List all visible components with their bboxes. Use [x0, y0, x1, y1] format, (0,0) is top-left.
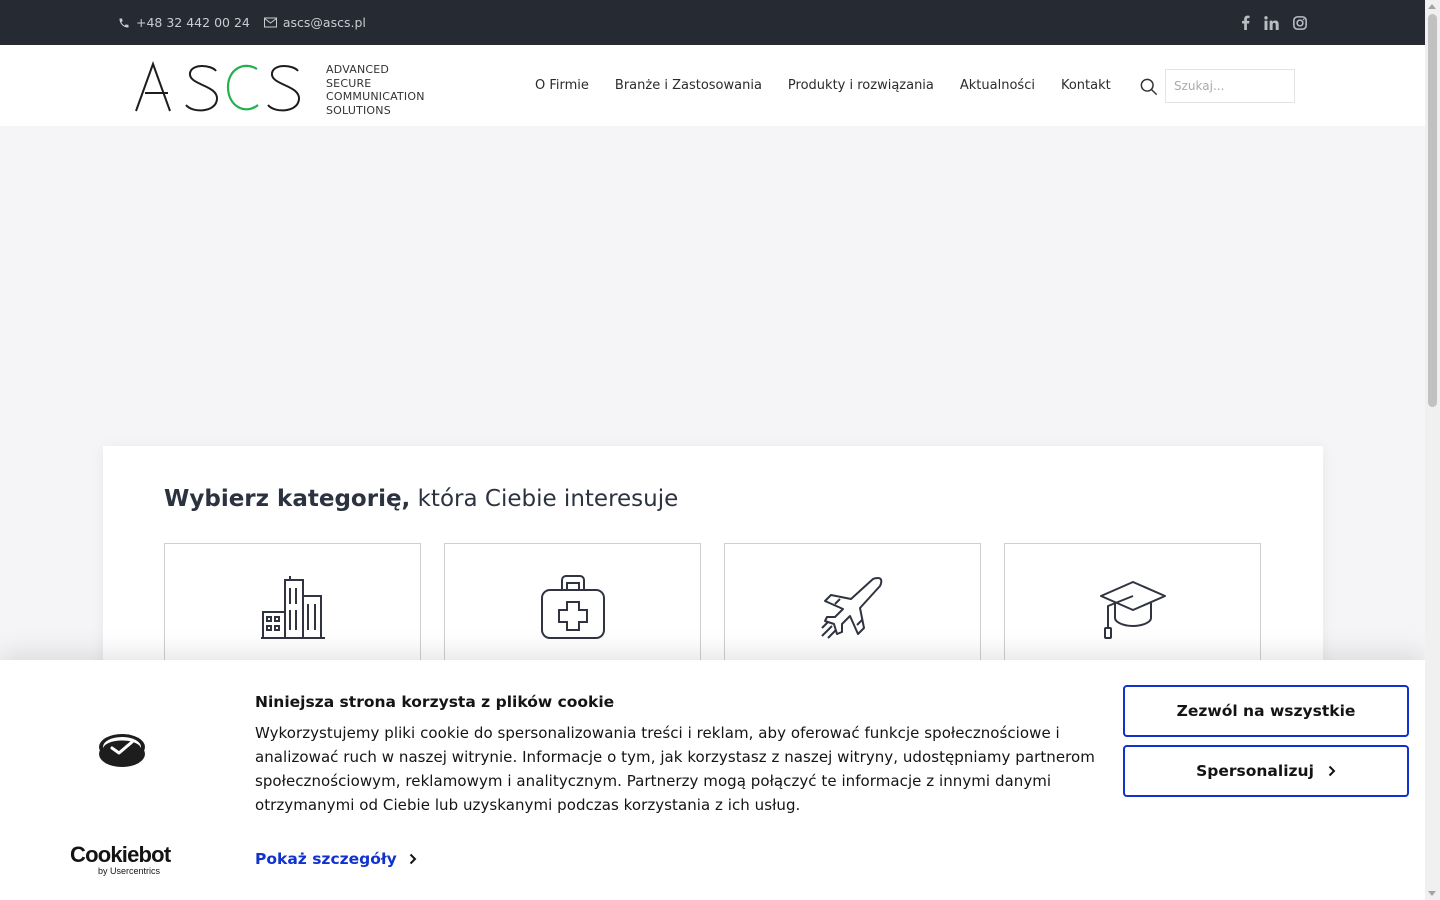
customize-label: Spersonalizuj — [1196, 762, 1314, 780]
logo-tagline: ADVANCED SECURE COMMUNICATION SOLUTIONS — [326, 63, 425, 117]
airplane-icon — [820, 577, 882, 639]
ascs-logo[interactable]: ADVANCED SECURE COMMUNICATION SOLUTIONS — [134, 59, 434, 117]
cookiebot-brand-name: Cookiebot — [70, 842, 171, 867]
nav-item-kontakt[interactable]: Kontakt — [1061, 78, 1111, 93]
nav-item-produkty[interactable]: Produkty i rozwiązania — [788, 78, 934, 93]
email-address: ascs@ascs.pl — [282, 15, 366, 30]
page-scrollbar[interactable] — [1425, 0, 1440, 900]
ascs-logo-mark — [135, 61, 301, 112]
category-heading-rest: która Ciebie interesuje — [410, 486, 679, 512]
tagline-line: COMMUNICATION — [326, 90, 425, 103]
scroll-up-arrow-icon[interactable] — [1428, 4, 1436, 9]
cookiebot-logo-icon — [99, 734, 145, 767]
cookiebot-brand[interactable]: Cookiebot by Usercentrics — [70, 842, 171, 877]
search-icon[interactable] — [1140, 78, 1158, 96]
nav-item-branze[interactable]: Branże i Zastosowania — [615, 78, 762, 93]
show-details-link[interactable]: Pokaż szczegóły — [255, 850, 417, 868]
envelope-icon — [263, 17, 277, 28]
category-heading: Wybierz kategorię, która Ciebie interesu… — [164, 486, 678, 512]
tagline-line: SECURE — [326, 76, 372, 90]
instagram-icon[interactable] — [1293, 15, 1307, 30]
scroll-down-arrow-icon[interactable] — [1428, 891, 1436, 896]
top-bar: +48 32 442 00 24 ascs@ascs.pl — [0, 0, 1425, 45]
allow-all-button[interactable]: Zezwól na wszystkie — [1123, 685, 1409, 737]
tagline-line: ADVANCED — [326, 63, 390, 76]
medical-kit-icon — [540, 575, 605, 639]
cookiebot-brand-by: by Usercentrics — [98, 866, 161, 876]
nav-item-o-firmie[interactable]: O Firmie — [535, 78, 589, 93]
chevron-right-icon — [1328, 765, 1336, 777]
buildings-icon — [260, 576, 325, 639]
cookie-body: Wykorzystujemy pliki cookie do spersonal… — [255, 724, 1095, 814]
phone-icon — [119, 18, 129, 27]
tagline-line: SOLUTIONS — [326, 103, 391, 117]
contact-info: +48 32 442 00 24 ascs@ascs.pl — [118, 0, 366, 45]
nav-item-aktualnosci[interactable]: Aktualności — [960, 78, 1035, 93]
phone-link[interactable]: +48 32 442 00 24 — [118, 15, 250, 30]
cookie-title: Niniejsza strona korzysta z plików cooki… — [255, 693, 615, 711]
category-heading-bold: Wybierz kategorię, — [164, 486, 411, 512]
linkedin-icon[interactable] — [1264, 15, 1279, 30]
graduation-cap-icon — [1099, 581, 1166, 639]
facebook-icon[interactable] — [1241, 15, 1250, 30]
allow-all-label: Zezwól na wszystkie — [1176, 702, 1356, 720]
search-input[interactable] — [1165, 69, 1295, 103]
chevron-right-icon — [409, 853, 417, 865]
show-details-label: Pokaż szczegóły — [255, 850, 397, 868]
cookie-banner: Cookiebot by Usercentrics Niniejsza stro… — [0, 660, 1425, 900]
main-nav: O Firmie Branże i Zastosowania Produkty … — [535, 45, 1111, 126]
email-link[interactable]: ascs@ascs.pl — [263, 15, 366, 30]
customize-button[interactable]: Spersonalizuj — [1123, 745, 1409, 797]
site-header: ADVANCED SECURE COMMUNICATION SOLUTIONS … — [0, 45, 1425, 126]
social-links — [1241, 0, 1307, 45]
phone-number: +48 32 442 00 24 — [136, 15, 250, 30]
scrollbar-thumb[interactable] — [1428, 14, 1437, 407]
